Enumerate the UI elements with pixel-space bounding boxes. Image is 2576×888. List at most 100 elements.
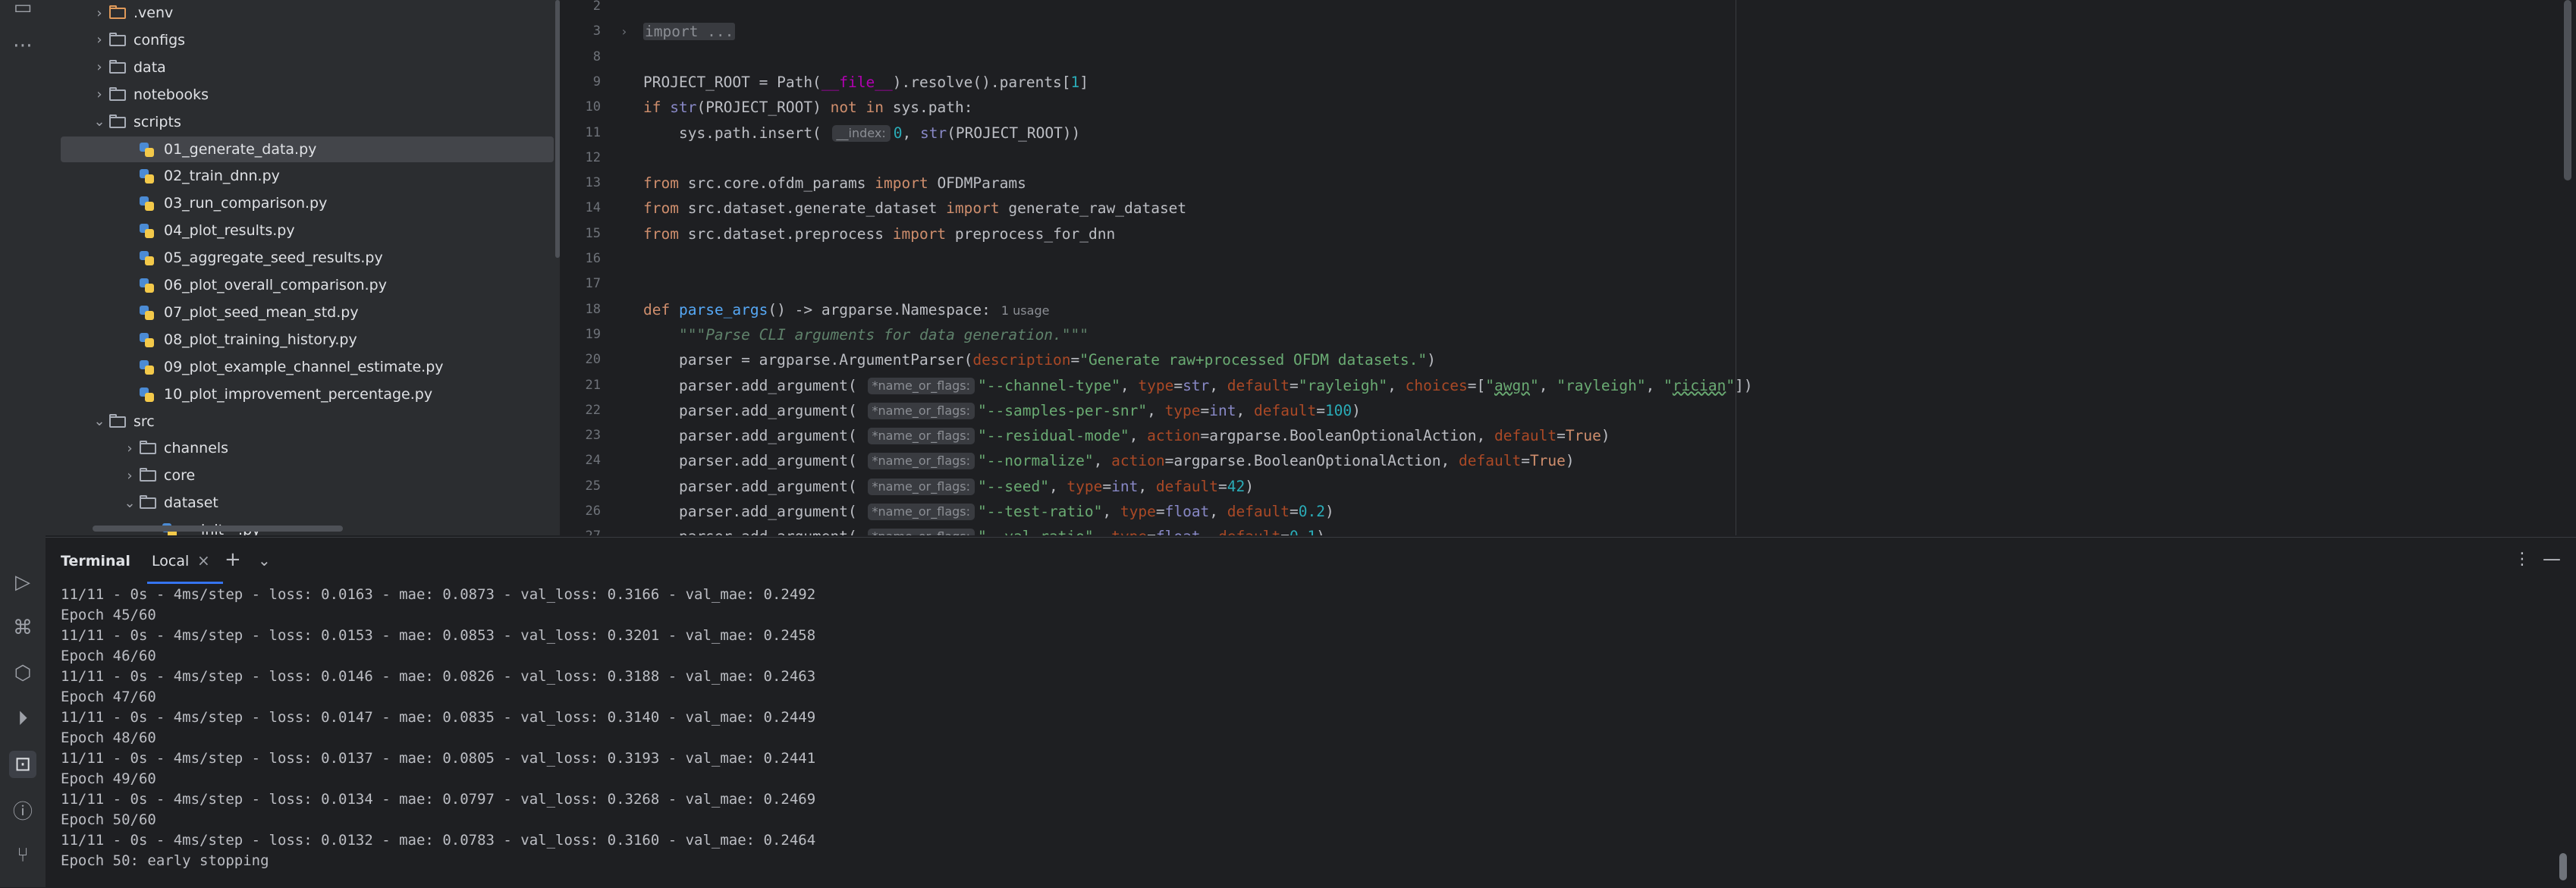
code-line[interactable]: parser.add_argument( *name_or_flags: "--r…	[643, 425, 1610, 447]
tree-item-label: 04_plot_results.py	[164, 222, 295, 240]
tree-file[interactable]: 01_generate_data.py	[61, 136, 554, 162]
python-console-icon[interactable]: ⌘	[9, 614, 36, 642]
terminal-line: 11/11 - 0s - 4ms/step - loss: 0.0146 - m…	[61, 668, 816, 685]
tree-item-label: 01_generate_data.py	[164, 140, 317, 158]
tree-item-label: configs	[134, 31, 186, 49]
terminal-line: Epoch 48/60	[61, 730, 156, 746]
chevron-down-icon[interactable]: ⌄	[258, 551, 271, 570]
code-line[interactable]: from src.dataset.preprocess import prepr…	[643, 223, 1115, 246]
tree-file[interactable]: 07_plot_seed_mean_std.py	[61, 300, 554, 325]
chevron-down-icon[interactable]: ⌄	[91, 413, 108, 429]
line-number: 11	[585, 124, 601, 140]
chevron-right-icon[interactable]: ›	[91, 32, 108, 48]
code-editor[interactable]: 2389101112131415161718192021222324252627…	[561, 0, 2576, 535]
chevron-down-icon[interactable]: ⌄	[121, 495, 138, 511]
tree-item-label: dataset	[164, 494, 218, 512]
fold-chevron-icon[interactable]: ›	[620, 24, 628, 39]
minimize-icon[interactable]: —	[2543, 548, 2561, 570]
add-terminal-button[interactable]: +	[225, 548, 241, 571]
tree-horizontal-scrollbar[interactable]	[93, 526, 343, 532]
code-line[interactable]: parser.add_argument( *name_or_flags: "--t…	[643, 500, 1334, 523]
code-line[interactable]: sys.path.insert( __index: 0, str(PROJECT_…	[643, 122, 1080, 145]
code-line[interactable]: parser = argparse.ArgumentParser(descrip…	[643, 349, 1436, 372]
terminal-scrollbar[interactable]	[2559, 853, 2567, 880]
run-icon[interactable]: ▷	[9, 569, 36, 596]
tree-file[interactable]: 06_plot_overall_comparison.py	[61, 272, 554, 298]
line-number: 23	[585, 428, 601, 444]
python-packages-icon[interactable]: ⬡	[9, 660, 36, 687]
line-number: 2	[592, 0, 601, 14]
code-line[interactable]: def parse_args() -> argparse.Namespace: 1…	[643, 299, 1049, 322]
tree-file[interactable]: 09_plot_example_channel_estimate.py	[61, 354, 554, 380]
tree-folder[interactable]: ⌄ scripts	[61, 109, 554, 135]
tree-folder[interactable]: ⌄ dataset	[61, 490, 554, 516]
chevron-right-icon[interactable]: ›	[121, 468, 138, 484]
close-icon[interactable]: ×	[197, 551, 210, 570]
tree-file[interactable]: 04_plot_results.py	[61, 218, 554, 243]
tree-file[interactable]: 05_aggregate_seed_results.py	[61, 245, 554, 271]
tree-folder[interactable]: › core	[61, 463, 554, 488]
tree-item-label: 09_plot_example_channel_estimate.py	[164, 358, 444, 375]
line-number: 8	[592, 49, 601, 64]
line-number: 16	[585, 251, 601, 266]
project-tree: › .venv › configs › data › notebooks ⌄ scripts 01_…	[46, 0, 560, 535]
tab-local[interactable]: Local	[152, 553, 189, 570]
python-file-icon	[138, 196, 158, 212]
tree-folder[interactable]: › configs	[61, 27, 554, 53]
activity-bar: ▭ ⋯ ▷ ⌘ ⬡ ⏵ ⊡ ⓘ ⑂	[0, 0, 46, 887]
terminal-line: 11/11 - 0s - 4ms/step - loss: 0.0147 - m…	[61, 709, 816, 726]
line-number: 13	[585, 175, 601, 191]
folder-icon	[138, 468, 158, 483]
tree-file[interactable]: 10_plot_improvement_percentage.py	[61, 381, 554, 407]
terminal-icon[interactable]: ⊡	[9, 751, 36, 778]
chevron-right-icon[interactable]: ›	[91, 86, 108, 102]
code-line[interactable]: PROJECT_ROOT = Path(__file__).resolve().…	[643, 71, 1089, 94]
terminal-line: Epoch 49/60	[61, 770, 156, 787]
tree-item-label: 02_train_dnn.py	[164, 168, 280, 185]
line-number: 25	[585, 478, 601, 494]
python-file-icon	[138, 278, 158, 293]
code-line[interactable]: parser.add_argument( *name_or_flags: "--n…	[643, 450, 1575, 472]
problems-icon[interactable]: ⓘ	[9, 796, 36, 824]
chevron-right-icon[interactable]: ›	[91, 59, 108, 75]
code-line[interactable]: parser.add_argument( *name_or_flags: "--c…	[643, 375, 1753, 397]
code-line[interactable]: parser.add_argument( *name_or_flags: "--s…	[643, 400, 1361, 422]
terminal-line: Epoch 46/60	[61, 648, 156, 664]
services-icon[interactable]: ⏵	[9, 705, 36, 733]
terminal-header: Terminal Local × + ⌄ ⋮ —	[46, 538, 2576, 584]
terminal-title: Terminal	[61, 553, 130, 570]
editor-scrollbar[interactable]	[2564, 0, 2571, 180]
code-line[interactable]: if str(PROJECT_ROOT) not in sys.path:	[643, 96, 972, 119]
folder-icon	[108, 86, 127, 102]
chevron-right-icon[interactable]: ›	[121, 441, 138, 457]
git-icon[interactable]: ⑂	[9, 842, 36, 869]
code-line[interactable]: import ...	[643, 20, 736, 43]
code-line[interactable]: parser.add_argument( *name_or_flags:"--v…	[643, 526, 1325, 535]
terminal-output[interactable]: 11/11 - 0s - 4ms/step - loss: 0.0163 - m…	[61, 585, 2546, 888]
tree-item-label: 06_plot_overall_comparison.py	[164, 277, 387, 293]
tree-folder[interactable]: › .venv	[61, 0, 554, 26]
code-line[interactable]: """Parse CLI arguments for data generati…	[643, 324, 1089, 347]
line-number: 27	[561, 529, 601, 535]
tree-file[interactable]: 02_train_dnn.py	[61, 163, 554, 189]
python-file-icon	[138, 332, 158, 347]
tree-file[interactable]: 03_run_comparison.py	[61, 190, 554, 216]
tree-scrollbar[interactable]	[555, 0, 560, 258]
folder-icon	[108, 32, 127, 48]
tree-folder[interactable]: › notebooks	[61, 82, 554, 108]
chevron-down-icon[interactable]: ⌄	[91, 114, 108, 130]
tree-folder[interactable]: ⌄ src	[61, 409, 554, 435]
more-options-icon[interactable]: ⋮	[2514, 550, 2530, 569]
code-line[interactable]: parser.add_argument( *name_or_flags: "--s…	[643, 475, 1254, 498]
code-line[interactable]: from src.dataset.generate_dataset import…	[643, 197, 1186, 220]
tree-folder[interactable]: › channels	[61, 435, 554, 461]
more-icon[interactable]: ⋯	[9, 32, 36, 59]
code-line[interactable]: from src.core.ofdm_params import OFDMPar…	[643, 172, 1026, 195]
terminal-line: Epoch 45/60	[61, 607, 156, 623]
chevron-right-icon[interactable]: ›	[91, 5, 108, 21]
python-file-icon	[138, 305, 158, 320]
folder-icon	[138, 495, 158, 510]
tree-folder[interactable]: › data	[61, 55, 554, 80]
project-icon[interactable]: ▭	[9, 0, 36, 21]
tree-file[interactable]: 08_plot_training_history.py	[61, 327, 554, 353]
